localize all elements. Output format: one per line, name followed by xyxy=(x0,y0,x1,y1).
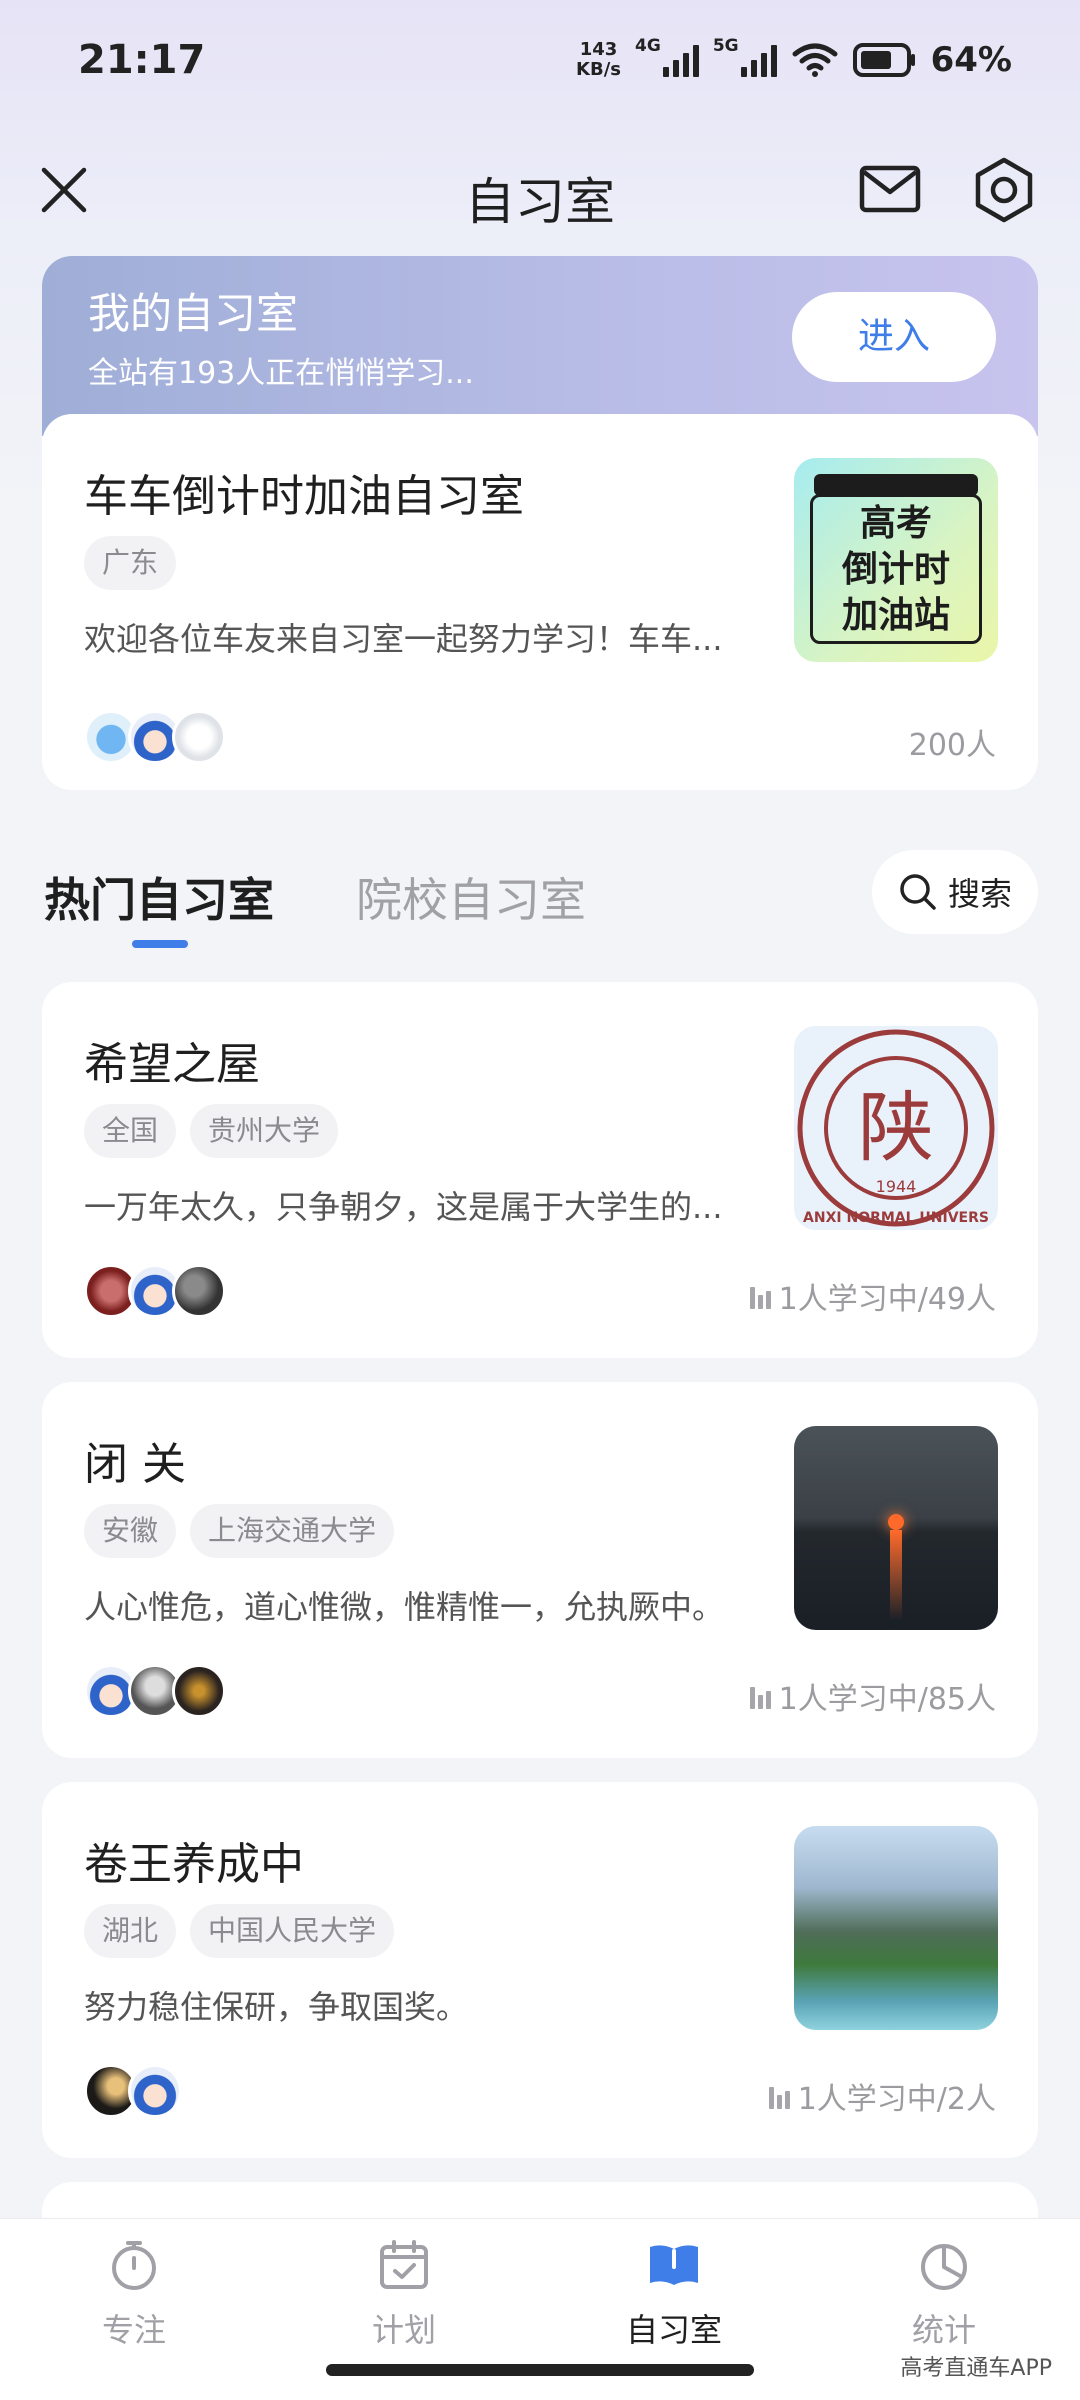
search-icon xyxy=(900,874,936,910)
calendar-check-icon xyxy=(380,2240,428,2289)
room-description: 努力稳住保研，争取国奖。 xyxy=(84,1988,469,2026)
member-avatars xyxy=(84,1664,226,1718)
active-tab-indicator xyxy=(132,940,188,948)
avatar xyxy=(128,2064,182,2118)
room-tag: 贵州大学 xyxy=(190,1104,339,1158)
bar-chart-icon xyxy=(768,2083,790,2109)
sunset-sun xyxy=(888,1514,904,1530)
search-label: 搜索 xyxy=(947,875,1012,913)
room-tabs: 热门自习室 院校自习室 搜索 xyxy=(0,840,1080,960)
watermark: 高考直通车APP xyxy=(900,2356,1052,2381)
room-tag: 全国 xyxy=(84,1104,177,1158)
search-button[interactable]: 搜索 xyxy=(872,850,1038,934)
tab-hot-rooms[interactable]: 热门自习室 xyxy=(44,864,274,930)
member-avatars xyxy=(84,710,226,764)
room-tag: 广东 xyxy=(84,536,177,590)
room-name: 卷王养成中 xyxy=(84,1839,304,1890)
study-status: 1人学习中/85人 xyxy=(749,1674,996,1718)
room-thumbnail xyxy=(794,1426,998,1630)
battery-icon xyxy=(852,43,915,77)
member-avatars xyxy=(84,1264,226,1318)
avatar xyxy=(172,710,226,764)
book-icon xyxy=(650,2245,698,2285)
room-description: 一万年太久，只争朝夕，这是属于大学生的... xyxy=(84,1188,723,1226)
stopwatch-icon xyxy=(112,2241,156,2290)
status-bar: 21:17 143 KB/s 4G 5G 64% xyxy=(0,0,1080,120)
room-tags: 广东 xyxy=(84,536,177,590)
signal-icon xyxy=(740,43,777,77)
my-room-title: 我的自习室 xyxy=(88,289,299,338)
avatar xyxy=(172,1664,226,1718)
seal-character: 陕 xyxy=(858,1083,934,1172)
room-card[interactable]: 闭 关 安徽 上海交通大学 人心惟危，道心惟微，惟精惟一，允执厥中。 1人学习中… xyxy=(42,1382,1038,1758)
room-thumbnail xyxy=(794,1826,998,2030)
room-tags: 湖北 中国人民大学 xyxy=(84,1904,395,1958)
tab-school-rooms[interactable]: 院校自习室 xyxy=(356,864,586,930)
signal-icon xyxy=(662,43,699,77)
my-room-banner: 我的自习室 全站有193人正在悄悄学习... 进入 xyxy=(42,256,1038,436)
room-name: 车车倒计时加油自习室 xyxy=(84,471,524,522)
room-tag: 湖北 xyxy=(84,1904,177,1958)
status-time: 21:17 xyxy=(78,37,206,83)
room-tag: 安徽 xyxy=(84,1504,177,1558)
app-header: 自习室 xyxy=(0,140,1080,240)
my-room-card: 我的自习室 全站有193人正在悄悄学习... 进入 车车倒计时加油自习室 广东 … xyxy=(42,256,1038,790)
member-avatars xyxy=(84,2064,182,2118)
nav-item-focus[interactable]: 专注 xyxy=(34,2237,234,2351)
nav-item-study-room[interactable]: 自习室 xyxy=(574,2237,774,2351)
battery-percent: 64% xyxy=(930,40,1012,80)
study-status: 1人学习中/49人 xyxy=(749,1274,996,1318)
room-card[interactable]: 希望之屋 全国 贵州大学 一万年太久，只争朝夕，这是属于大学生的... 陕 19… xyxy=(42,982,1038,1358)
settings-hexagon-icon[interactable] xyxy=(970,154,1038,226)
thumbnail-toolbar xyxy=(814,474,978,496)
room-description: 人心惟危，道心惟微，惟精惟一，允执厥中。 xyxy=(84,1588,725,1626)
room-tag: 中国人民大学 xyxy=(190,1904,395,1958)
sunset-reflection xyxy=(890,1530,902,1620)
thumbnail-poster: 高考 倒计时 加油站 xyxy=(810,494,982,644)
my-room-entry[interactable]: 车车倒计时加油自习室 广东 欢迎各位车友来自习室一起努力学习！车车... 高考 … xyxy=(42,414,1038,790)
online-count-text: 全站有193人正在悄悄学习... xyxy=(88,356,474,391)
member-count: 200人 xyxy=(908,728,996,763)
room-tags: 安徽 上海交通大学 xyxy=(84,1504,395,1558)
mail-icon[interactable] xyxy=(858,160,922,220)
room-thumbnail: 高考 倒计时 加油站 xyxy=(794,458,998,662)
network-type-4g: 4G xyxy=(635,36,661,56)
seal-arc-text: ANXI NORMAL UNIVERS xyxy=(803,1210,989,1226)
room-thumbnail: 陕 1944 ANXI NORMAL UNIVERS xyxy=(794,1026,998,1230)
pie-chart-icon xyxy=(921,2244,967,2290)
nav-item-plan[interactable]: 计划 xyxy=(304,2237,504,2351)
room-name: 希望之屋 xyxy=(84,1039,260,1090)
study-status: 1人学习中/2人 xyxy=(768,2074,996,2118)
enter-button[interactable]: 进入 xyxy=(792,292,996,382)
network-speed: 143 KB/s xyxy=(576,39,622,80)
seal-year: 1944 xyxy=(876,1177,917,1196)
university-seal: 陕 1944 ANXI NORMAL UNIVERS xyxy=(797,1029,995,1227)
bar-chart-icon xyxy=(749,1683,771,1709)
room-tag: 上海交通大学 xyxy=(190,1504,395,1558)
room-name: 闭 关 xyxy=(84,1439,186,1490)
network-type-5g: 5G xyxy=(712,36,739,56)
room-tags: 全国 贵州大学 xyxy=(84,1104,339,1158)
room-description: 欢迎各位车友来自习室一起努力学习！车车... xyxy=(84,620,723,658)
nav-item-stats[interactable]: 统计 xyxy=(844,2237,1044,2351)
avatar xyxy=(172,1264,226,1318)
bar-chart-icon xyxy=(749,1283,771,1309)
room-card[interactable]: 卷王养成中 湖北 中国人民大学 努力稳住保研，争取国奖。 1人学习中/2人 xyxy=(42,1782,1038,2158)
wifi-icon xyxy=(792,43,838,77)
status-icons: 143 KB/s 4G 5G 64% xyxy=(576,36,1012,80)
home-indicator[interactable] xyxy=(326,2364,754,2376)
